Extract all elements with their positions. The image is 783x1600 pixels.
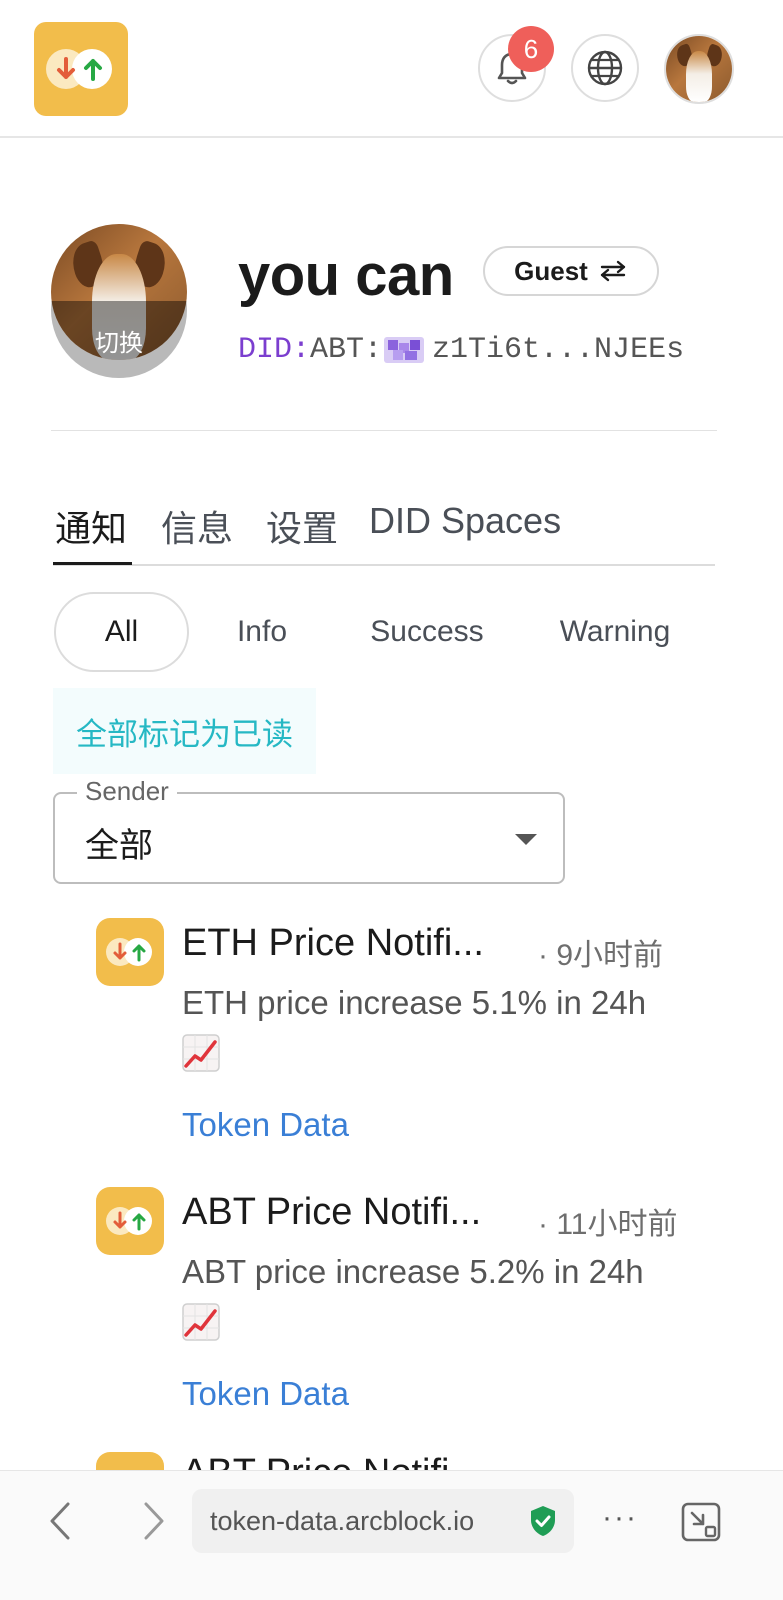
mark-all-read-button[interactable]: 全部标记为已读 [53, 688, 316, 774]
globe-icon [587, 50, 623, 86]
profile-avatar[interactable]: 切换 [51, 224, 187, 379]
tab-notifications[interactable]: 通知 [55, 500, 127, 552]
sender-value: 全部 [85, 827, 153, 865]
forward-button[interactable] [134, 1497, 174, 1545]
chevron-down-icon [515, 834, 537, 845]
notification-title: ABT Price Notifi... [182, 1191, 482, 1233]
filter-info[interactable]: Info [203, 592, 321, 672]
token-data-app-icon [96, 918, 164, 986]
language-button[interactable] [571, 34, 639, 102]
more-options-button[interactable]: ··· [600, 1501, 640, 1541]
notification-title[interactable]: ABT Price Notifi... [182, 1454, 482, 1470]
chart-increasing-emoji-icon [182, 1303, 220, 1341]
notification-item[interactable]: ETH Price Notifi... · 9小时前 ETH price inc… [96, 918, 716, 1168]
sender-select[interactable]: Sender 全部 [53, 776, 565, 884]
minimize-window-button[interactable] [680, 1501, 722, 1543]
tab-settings[interactable]: 设置 [266, 500, 338, 552]
did-value: z1Ti6t...NJEEs [432, 333, 685, 367]
token-data-app-icon [96, 1452, 164, 1472]
user-avatar-button[interactable] [664, 34, 734, 104]
switch-avatar-label[interactable]: 切换 [51, 301, 187, 360]
url-bar[interactable]: token-data.arcblock.io [192, 1489, 574, 1553]
tab-did-spaces[interactable]: DID Spaces [369, 500, 561, 542]
token-data-app-icon [96, 1187, 164, 1255]
notification-time: · 9小时前 [538, 939, 664, 972]
secure-shield-icon [531, 1506, 555, 1536]
user-name: you can [238, 243, 454, 308]
sender-label: Sender [77, 776, 177, 807]
notification-body: ABT price increase 5.2% in 24h [182, 1253, 644, 1290]
user-avatar [666, 36, 732, 102]
notification-title: ETH Price Notifi... [182, 922, 484, 964]
exit-fullscreen-icon [681, 1502, 721, 1542]
token-data-logo-icon [46, 49, 116, 89]
notification-count-badge: 6 [508, 26, 554, 72]
browser-toolbar: token-data.arcblock.io ··· [0, 1470, 783, 1600]
notification-time: · 11小时前 [538, 1208, 678, 1241]
app-logo[interactable] [34, 22, 128, 116]
notification-body: ETH price increase 5.1% in 24h [182, 984, 647, 1021]
did-address[interactable]: DID: ABT: z1Ti6t...NJEEs [238, 330, 718, 370]
back-button[interactable] [40, 1497, 80, 1545]
filter-all[interactable]: All [54, 592, 189, 672]
notification-link[interactable]: Token Data [182, 1375, 349, 1413]
url-text: token-data.arcblock.io [210, 1505, 475, 1536]
profile-tabs: 通知 信息 设置 DID Spaces [53, 500, 715, 566]
swap-arrows-icon [600, 260, 626, 282]
filter-success[interactable]: Success [346, 592, 508, 672]
chevron-left-icon [50, 1502, 70, 1540]
tab-messages[interactable]: 信息 [161, 500, 233, 552]
role-switch-chip[interactable]: Guest [483, 246, 659, 296]
app-header: 6 [0, 0, 783, 138]
notification-link[interactable]: Token Data [182, 1106, 349, 1144]
did-prefix: DID: [238, 333, 311, 367]
did-identicon-icon [384, 337, 425, 363]
chart-increasing-emoji-icon [182, 1034, 220, 1072]
chevron-right-icon [144, 1502, 164, 1540]
role-label: Guest [514, 255, 588, 286]
profile-divider [51, 430, 717, 431]
notification-item[interactable]: ABT Price Notifi... · 11小时前 ABT price in… [96, 1187, 716, 1437]
active-tab-indicator [53, 562, 132, 565]
filter-warning[interactable]: Warning [535, 592, 695, 672]
did-method: ABT: [310, 333, 383, 367]
